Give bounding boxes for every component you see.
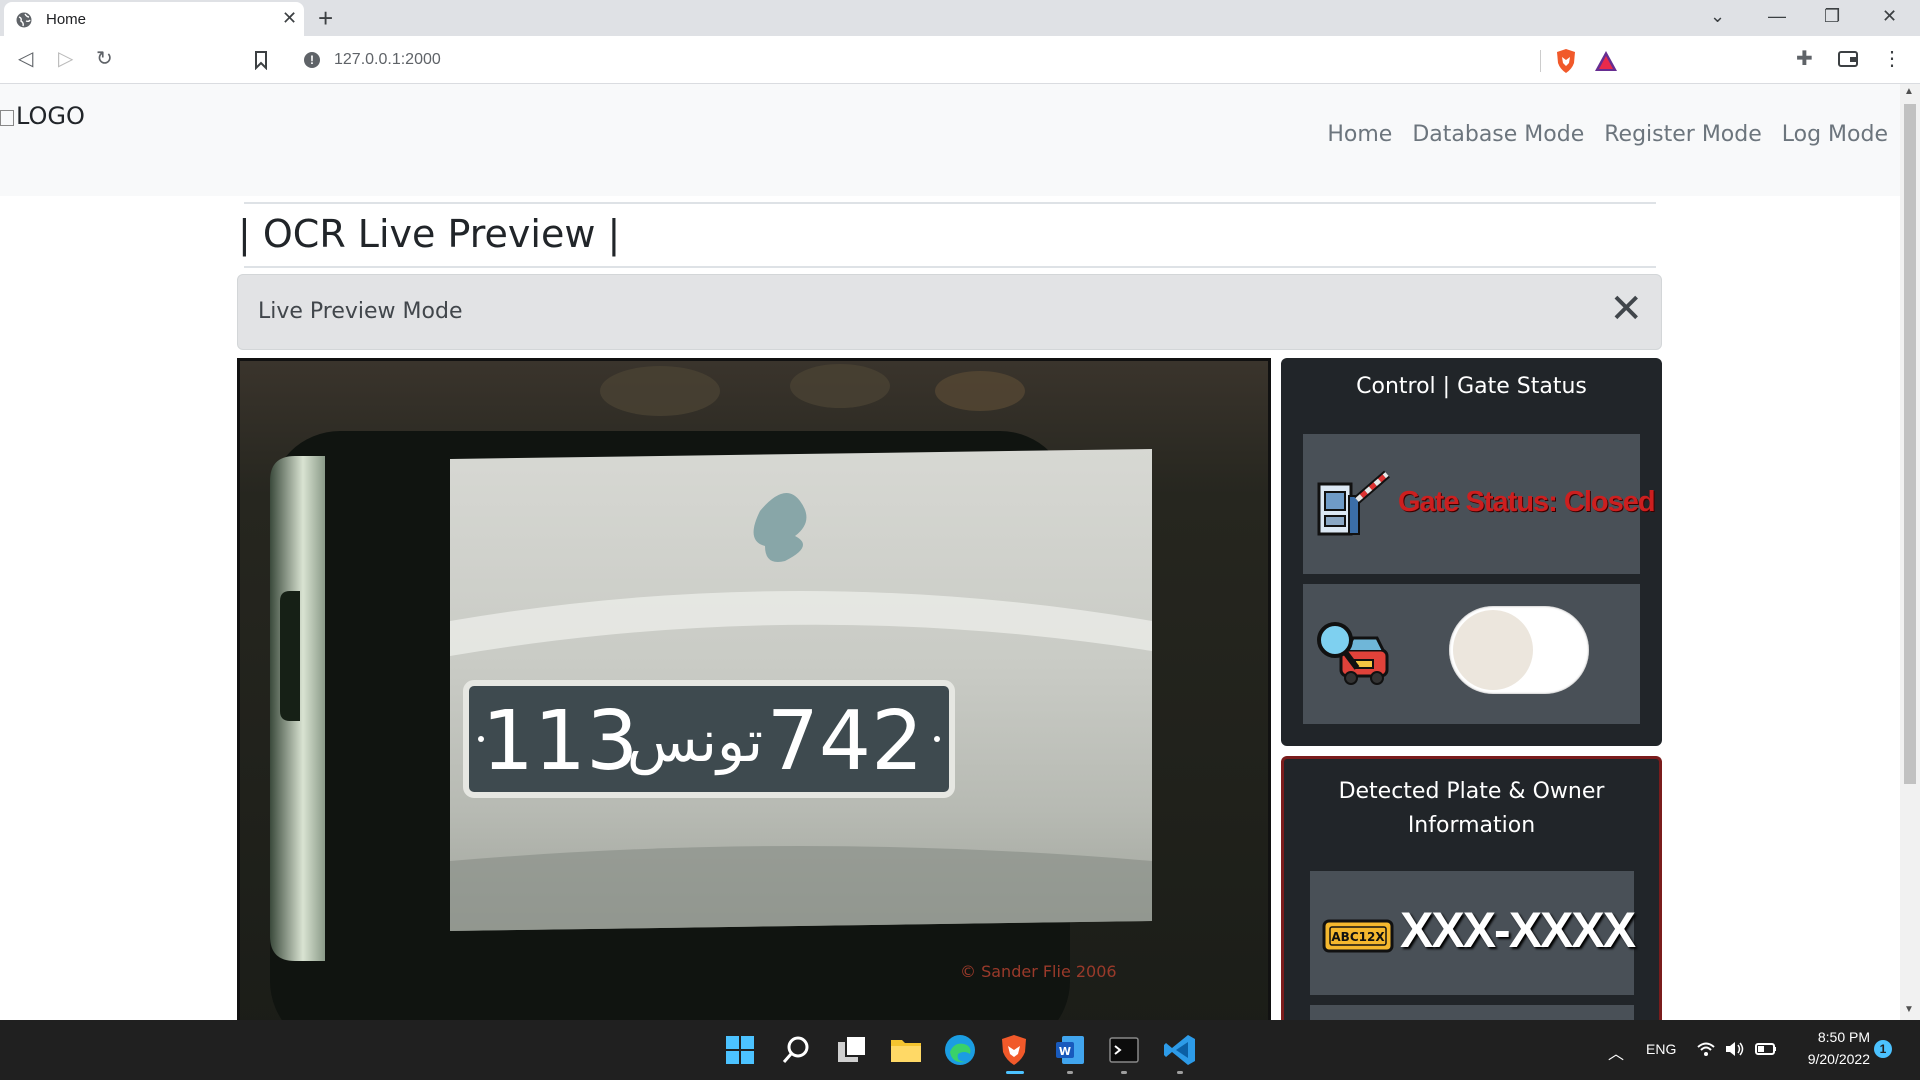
address-bar[interactable]: ! 127.0.0.1:2000 [290, 42, 1617, 78]
globe-icon [16, 12, 32, 28]
browser-tab-home[interactable]: Home ✕ [4, 2, 304, 36]
page-viewport: LOGO Home Database Mode Register Mode Lo… [0, 84, 1900, 1020]
bookmark-icon[interactable] [254, 50, 268, 70]
camera-image: 113 تونس 742 © Sander Flie 2006 [240, 361, 1268, 1020]
nav-link-register-mode[interactable]: Register Mode [1604, 122, 1762, 147]
running-app-indicator [1121, 1071, 1127, 1074]
detected-plate-card: Detected Plate & Owner Information ABC12… [1281, 756, 1662, 1020]
gate-status-text: Gate Status: Closed [1398, 486, 1656, 518]
notification-badge[interactable]: 1 [1874, 1040, 1892, 1058]
navbar: LOGO Home Database Mode Register Mode Lo… [0, 84, 1900, 196]
forward-icon[interactable]: ▷ [58, 46, 73, 71]
restore-button[interactable]: ❐ [1824, 6, 1840, 27]
battery-icon[interactable] [1754, 1040, 1778, 1058]
divider [244, 202, 1656, 204]
file-explorer-icon[interactable] [888, 1032, 924, 1068]
plate-right-number: 742 [767, 694, 924, 789]
wifi-icon[interactable] [1696, 1040, 1716, 1058]
menu-icon[interactable]: ⋮ [1882, 46, 1902, 71]
edge-icon[interactable] [942, 1032, 978, 1068]
show-hidden-icons-icon[interactable]: ︿ [1608, 1040, 1624, 1064]
brave-browser-icon[interactable] [996, 1032, 1032, 1068]
plate-number-panel: ABC12X XXX-XXXX [1310, 871, 1636, 995]
owner-info-panel [1310, 1005, 1634, 1020]
barrier-gate-icon [1317, 470, 1390, 536]
tab-search-icon[interactable]: ⌄ [1710, 6, 1725, 27]
divider [244, 266, 1656, 268]
nav-link-home[interactable]: Home [1327, 122, 1392, 147]
site-info-icon[interactable]: ! [304, 52, 320, 68]
divider [1540, 50, 1541, 72]
detected-card-title: Detected Plate & Owner Information [1338, 779, 1605, 838]
plate-left-number: 113 [482, 694, 639, 789]
clock-time[interactable]: 8:50 PM [1810, 1029, 1870, 1045]
broken-image-icon [0, 110, 14, 126]
gate-toggle-panel [1303, 584, 1640, 724]
active-app-indicator [1006, 1071, 1024, 1074]
close-window-button[interactable]: ✕ [1882, 6, 1897, 27]
tab-strip: Home ✕ + ⌄ — ❐ ✕ [0, 0, 1920, 36]
gate-toggle-switch[interactable] [1449, 606, 1589, 694]
close-alert-button[interactable]: ✕ [1609, 289, 1643, 329]
clock-date[interactable]: 9/20/2022 [1790, 1051, 1870, 1067]
reload-icon[interactable]: ↻ [96, 46, 113, 71]
control-card-title: Control | Gate Status [1356, 374, 1587, 399]
back-icon[interactable]: ◁ [18, 46, 33, 71]
url-text: 127.0.0.1:2000 [334, 51, 441, 68]
nav-links: Home Database Mode Register Mode Log Mod… [1327, 122, 1888, 147]
control-gate-card: Control | Gate Status Gate Status: Close… [1281, 358, 1662, 746]
alert-text: Live Preview Mode [258, 299, 463, 324]
logo-alt-text: LOGO [16, 102, 85, 130]
gate-status-panel: Gate Status: Closed [1303, 434, 1656, 574]
brave-shields-icon[interactable] [1554, 48, 1578, 74]
camera-feed: 113 تونس 742 © Sander Flie 2006 [237, 358, 1271, 1020]
windows-start-icon[interactable] [722, 1032, 758, 1068]
word-icon[interactable]: W [1052, 1032, 1088, 1068]
search-icon[interactable] [778, 1032, 814, 1068]
scroll-up-icon[interactable]: ▲ [1904, 86, 1914, 97]
tab-title: Home [46, 11, 87, 28]
task-view-icon[interactable] [834, 1032, 870, 1068]
minimize-button[interactable]: — [1768, 6, 1786, 27]
scroll-down-icon[interactable]: ▼ [1904, 1004, 1914, 1015]
live-preview-alert: Live Preview Mode ✕ [237, 274, 1662, 350]
taskbar: W ︿ ENG 8:50 PM 9/20/2022 1 [0, 1020, 1920, 1080]
tab-close-icon[interactable]: ✕ [282, 8, 297, 29]
terminal-icon[interactable] [1106, 1032, 1142, 1068]
plate-icon-text: ABC12X [1331, 930, 1385, 944]
car-search-icon [1317, 622, 1389, 685]
extensions-icon[interactable]: ✚ [1796, 46, 1813, 71]
language-indicator[interactable]: ENG [1646, 1041, 1676, 1057]
nav-link-log-mode[interactable]: Log Mode [1782, 122, 1888, 147]
page-scrollbar[interactable]: ▲ ▼ [1900, 84, 1920, 1020]
logo[interactable]: LOGO [0, 102, 85, 130]
camera-watermark: © Sander Flie 2006 [960, 962, 1117, 981]
wallet-icon[interactable] [1838, 50, 1858, 68]
nav-link-database-mode[interactable]: Database Mode [1412, 122, 1584, 147]
license-plate-icon: ABC12X [1322, 919, 1394, 953]
page-title: | OCR Live Preview | [238, 212, 621, 256]
svg-text:W: W [1059, 1045, 1071, 1058]
scroll-thumb[interactable] [1904, 104, 1916, 784]
running-app-indicator [1067, 1071, 1073, 1074]
vscode-icon[interactable] [1162, 1032, 1198, 1068]
toggle-knob [1453, 610, 1533, 690]
new-tab-button[interactable]: + [318, 3, 333, 34]
browser-toolbar: ◁ ▷ ↻ ! 127.0.0.1:2000 ✚ ⋮ [0, 36, 1920, 84]
running-app-indicator [1177, 1071, 1183, 1074]
brave-rewards-icon[interactable] [1594, 50, 1618, 72]
plate-arabic-text: تونس [627, 707, 763, 776]
volume-icon[interactable] [1724, 1040, 1746, 1058]
detected-plate-number: XXX-XXXX [1400, 902, 1636, 958]
